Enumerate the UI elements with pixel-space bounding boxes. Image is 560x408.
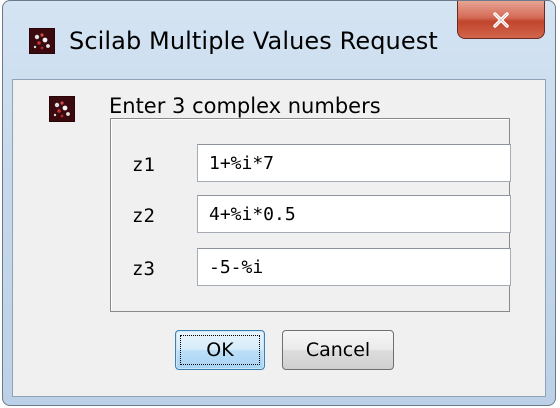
cancel-button[interactable]: Cancel — [282, 330, 394, 370]
dialog-body: Enter 3 complex numbers z1 z2 z3 OK Canc… — [12, 79, 546, 397]
focus-ring — [180, 335, 260, 365]
field-row-z2: z2 — [111, 195, 511, 235]
scilab-icon[interactable] — [29, 28, 55, 54]
scilab-message-icon — [49, 96, 75, 122]
values-panel: z1 z2 z3 — [110, 118, 511, 312]
window-title: Scilab Multiple Values Request — [69, 27, 438, 55]
dialog-window: Scilab Multiple Values Request Enter 3 c… — [2, 0, 556, 406]
close-button[interactable] — [457, 1, 545, 39]
ok-button[interactable]: OK — [175, 330, 265, 370]
field-label-z3: z3 — [132, 258, 155, 280]
field-input-z1[interactable] — [197, 144, 511, 182]
cancel-button-label: Cancel — [305, 339, 371, 361]
prompt-text: Enter 3 complex numbers — [109, 94, 381, 118]
field-label-z2: z2 — [132, 205, 155, 227]
field-input-z3[interactable] — [197, 248, 511, 286]
field-input-z2[interactable] — [197, 195, 511, 233]
field-row-z1: z1 — [111, 144, 511, 184]
title-bar[interactable]: Scilab Multiple Values Request — [3, 1, 555, 77]
close-icon — [491, 11, 511, 29]
field-row-z3: z3 — [111, 248, 511, 288]
field-label-z1: z1 — [132, 154, 155, 176]
